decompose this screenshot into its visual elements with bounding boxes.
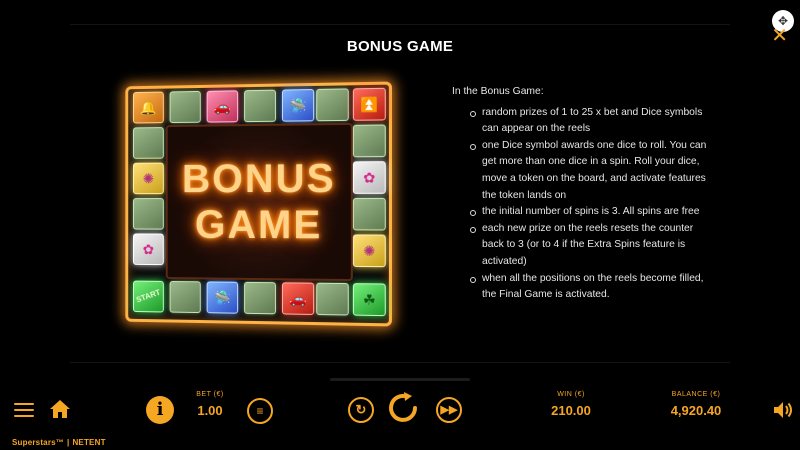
balance-value: 4,920.40 — [670, 403, 722, 418]
bonus-board-illustration: 🔔 🚗 🛸 ⏫ ✺ ✿ START ✿ ✺ ☘ 🛸 🚗 BONUS GAME — [125, 81, 392, 327]
rules-text: In the Bonus Game: random prizes of 1 to… — [452, 84, 714, 304]
tile-wheel-icon: ✺ — [352, 234, 386, 268]
tile-car-icon: 🚗 — [206, 90, 239, 123]
tile-wheel-icon: ✺ — [133, 162, 164, 195]
bottom-divider — [70, 362, 730, 363]
win-label: WIN (€) — [557, 391, 585, 398]
tile-empty — [169, 90, 201, 124]
rules-item: when all the positions on the reels beco… — [470, 271, 714, 304]
start-label: START — [134, 287, 162, 305]
sign-line-1: BONUS — [182, 156, 336, 202]
win-value: 210.00 — [551, 403, 591, 418]
balance-label: BALANCE (€) — [671, 391, 721, 398]
top-divider — [70, 24, 730, 25]
coins-icon[interactable]: ≡ — [247, 398, 273, 424]
close-icon: ✕ — [771, 25, 788, 47]
tile-ufo-icon: 🛸 — [206, 281, 239, 314]
home-icon[interactable] — [49, 399, 71, 419]
tile-ufo-icon: 🛸 — [281, 89, 315, 122]
rules-item: each new prize on the reels resets the c… — [470, 221, 714, 271]
page-title: BONUS GAME — [346, 38, 454, 55]
rules-intro: In the Bonus Game: — [452, 86, 544, 97]
tile-empty — [352, 197, 386, 231]
tile-chevron-up-icon: ⏫ — [352, 87, 386, 121]
rules-list: random prizes of 1 to 25 x bet and Dice … — [452, 105, 714, 304]
spin-icon[interactable] — [385, 390, 421, 426]
scroll-indicator[interactable] — [330, 378, 470, 381]
menu-icon[interactable] — [14, 403, 34, 417]
bet-label: BET (€) — [196, 391, 224, 398]
bet-value: 1.00 — [197, 403, 223, 418]
tile-empty — [133, 198, 164, 230]
tile-empty — [244, 281, 276, 315]
tile-empty — [316, 282, 349, 316]
rules-item: random prizes of 1 to 25 x bet and Dice … — [470, 105, 714, 138]
tile-bell-icon: 🔔 — [133, 91, 164, 124]
tile-car-icon: 🚗 — [281, 282, 315, 315]
rules-item: the initial number of spins is 3. All sp… — [470, 204, 714, 221]
info-button[interactable]: i — [146, 396, 174, 424]
tile-flower-icon: ✿ — [133, 233, 164, 266]
tile-start: START — [133, 280, 164, 313]
tile-empty — [352, 124, 386, 158]
tile-clover-icon: ☘ — [352, 283, 386, 317]
bonus-game-sign: BONUS GAME — [165, 122, 353, 282]
brand-footer: Superstars™ | NETENT — [12, 438, 106, 447]
tile-empty — [169, 280, 201, 314]
control-bar: i BET (€) 1.00 ≡ ↻ ▶▶ WIN (€) 210.00 BAL… — [0, 385, 800, 435]
autoplay-icon[interactable]: ↻ — [348, 397, 374, 423]
brand-provider: NETENT — [72, 438, 106, 447]
close-button[interactable]: ✥ ✕ — [766, 6, 794, 46]
tile-empty — [316, 88, 349, 122]
brand-game-name: Superstars™ — [12, 438, 64, 447]
tile-empty — [244, 89, 276, 123]
sign-line-2: GAME — [194, 202, 323, 248]
fast-forward-icon[interactable]: ▶▶ — [436, 397, 462, 423]
tile-empty — [133, 127, 164, 159]
sound-icon[interactable] — [772, 400, 794, 420]
rules-item: one Dice symbol awards one dice to roll.… — [470, 138, 714, 204]
tile-flower-icon: ✿ — [352, 161, 386, 194]
